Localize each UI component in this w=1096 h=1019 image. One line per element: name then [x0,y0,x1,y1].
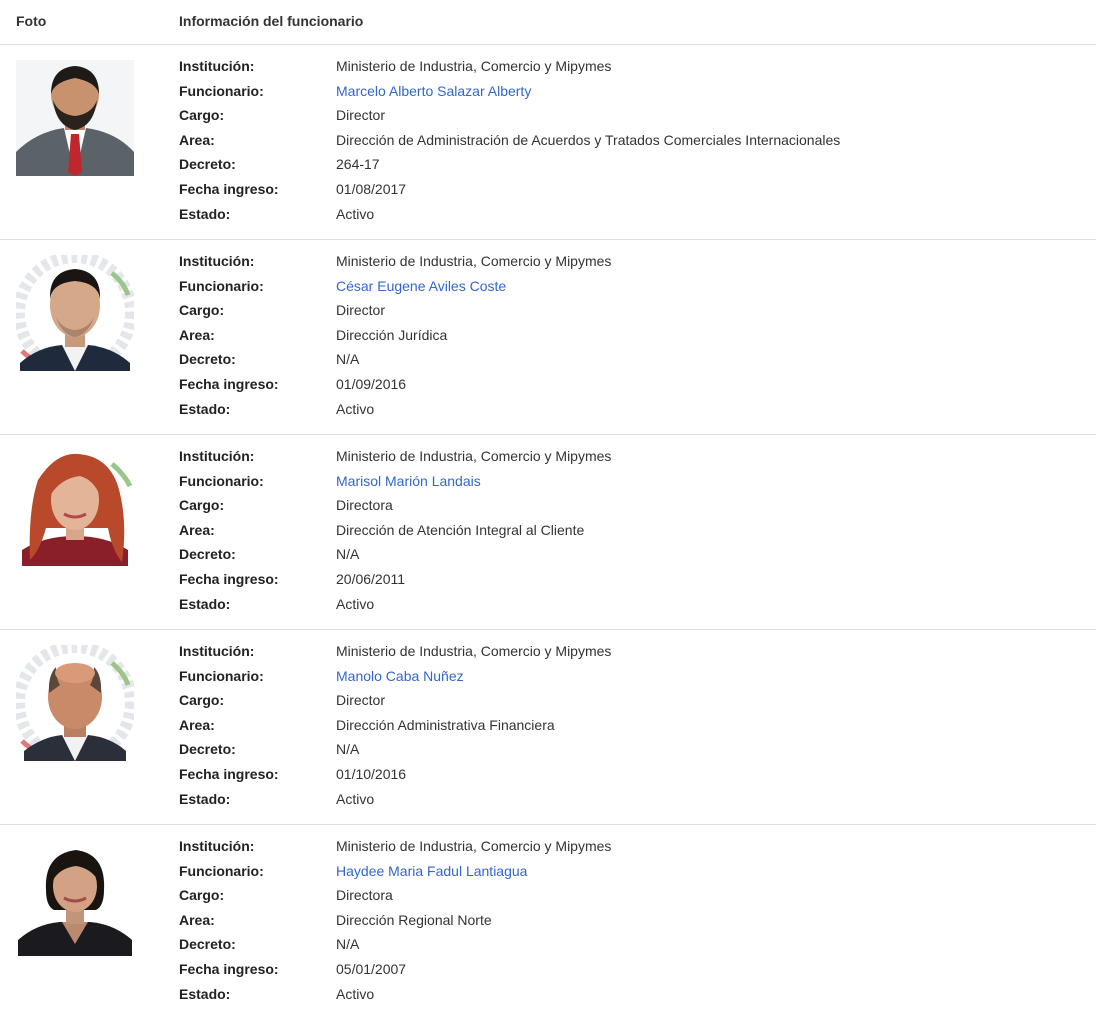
fecha-ingreso-value: 20/06/2011 [336,570,406,587]
cargo-label: Cargo: [179,497,225,514]
official-photo [16,645,134,761]
cargo-label: Cargo: [179,887,225,904]
decreto-value: N/A [336,741,360,758]
estado-value: Activo [336,985,375,1002]
table-row: Institución: Ministerio de Industria, Co… [0,435,1096,630]
institucion-label: Institución: [179,253,255,269]
cargo-value: Directora [336,497,393,514]
funcionario-label: Funcionario: [179,472,264,489]
funcionario-label: Funcionario: [179,82,264,99]
fecha-ingreso-label: Fecha ingreso: [179,960,279,977]
fecha-ingreso-value: 05/01/2007 [336,960,407,977]
cargo-label: Cargo: [179,107,225,124]
institucion-value: Ministerio de Industria, Comercio y Mipy… [336,643,612,659]
funcionario-link[interactable]: César Eugene Aviles Coste [336,278,506,294]
area-value: Dirección de Atención Integral al Client… [336,521,585,538]
official-photo [16,450,134,566]
fecha-ingreso-label: Fecha ingreso: [179,765,279,782]
decreto-value: N/A [336,351,360,368]
table-row: Institución: Ministerio de Industria, Co… [0,630,1096,825]
estado-value: Activo [336,400,375,417]
column-header-foto: Foto [16,13,47,29]
fecha-ingreso-value: 01/08/2017 [336,180,407,197]
table-row: Institución: Ministerio de Industria, Co… [0,825,1096,1019]
area-label: Area: [179,911,215,928]
column-header-info: Información del funcionario [179,13,364,29]
fecha-ingreso-label: Fecha ingreso: [179,180,279,197]
institucion-value: Ministerio de Industria, Comercio y Mipy… [336,448,612,464]
fecha-ingreso-value: 01/10/2016 [336,765,407,782]
funcionario-label: Funcionario: [179,862,264,879]
table-row: Institución: Ministerio de Industria, Co… [0,45,1096,240]
institucion-value: Ministerio de Industria, Comercio y Mipy… [336,58,612,74]
estado-value: Activo [336,595,375,612]
cargo-value: Director [336,302,386,319]
cargo-value: Directora [336,887,393,904]
funcionario-link[interactable]: Manolo Caba Nuñez [336,668,464,684]
fecha-ingreso-label: Fecha ingreso: [179,375,279,392]
funcionario-label: Funcionario: [179,277,264,294]
institucion-value: Ministerio de Industria, Comercio y Mipy… [336,838,612,854]
estado-label: Estado: [179,985,231,1002]
cargo-value: Director [336,692,386,709]
decreto-label: Decreto: [179,936,236,953]
table-header: Foto Información del funcionario [0,0,1096,45]
official-photo [16,60,134,176]
area-value: Dirección Regional Norte [336,911,492,928]
estado-label: Estado: [179,205,231,222]
institucion-label: Institución: [179,58,255,74]
estado-label: Estado: [179,790,231,807]
cargo-value: Director [336,107,386,124]
area-label: Area: [179,716,215,733]
officials-table: Foto Información del funcionario Institu… [0,0,1096,1019]
estado-label: Estado: [179,400,231,417]
decreto-label: Decreto: [179,741,236,758]
official-photo [16,255,134,371]
fecha-ingreso-label: Fecha ingreso: [179,570,279,587]
area-label: Area: [179,131,215,148]
decreto-label: Decreto: [179,351,236,368]
funcionario-label: Funcionario: [179,667,264,684]
estado-value: Activo [336,790,375,807]
cargo-label: Cargo: [179,692,225,709]
institucion-label: Institución: [179,643,255,659]
funcionario-link[interactable]: Marisol Marión Landais [336,473,481,489]
decreto-label: Decreto: [179,546,236,563]
area-label: Area: [179,521,215,538]
funcionario-link[interactable]: Marcelo Alberto Salazar Alberty [336,83,531,99]
funcionario-link[interactable]: Haydee Maria Fadul Lantiagua [336,863,527,879]
area-label: Area: [179,326,215,343]
area-value: Dirección Jurídica [336,326,448,343]
area-value: Dirección Administrativa Financiera [336,716,555,733]
decreto-label: Decreto: [179,156,236,173]
decreto-value: N/A [336,936,360,953]
decreto-value: N/A [336,546,360,563]
official-photo [16,840,134,956]
decreto-value: 264-17 [336,156,380,173]
institucion-label: Institución: [179,838,255,854]
institucion-label: Institución: [179,448,255,464]
estado-label: Estado: [179,595,231,612]
area-value: Dirección de Administración de Acuerdos … [336,131,841,148]
table-row: Institución: Ministerio de Industria, Co… [0,240,1096,435]
institucion-value: Ministerio de Industria, Comercio y Mipy… [336,253,612,269]
estado-value: Activo [336,205,375,222]
fecha-ingreso-value: 01/09/2016 [336,375,407,392]
cargo-label: Cargo: [179,302,225,319]
